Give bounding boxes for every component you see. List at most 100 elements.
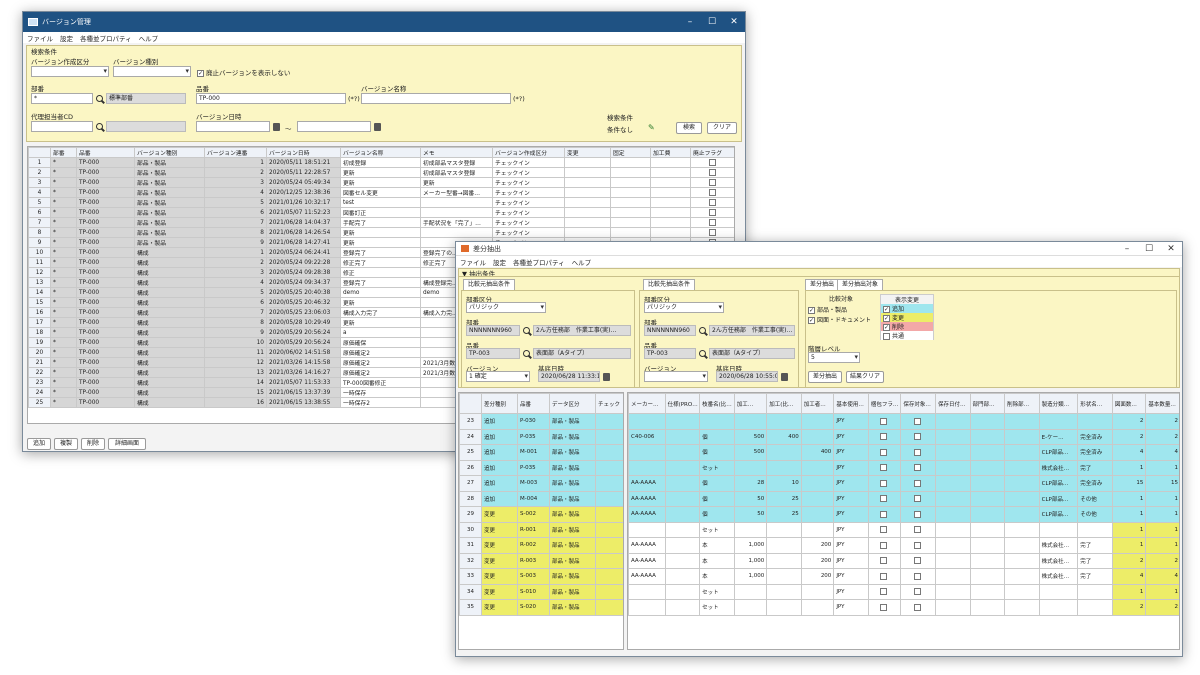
hikaku-item-parts[interactable]: ✓ 部品・製品 [808,305,874,314]
flag-checkbox[interactable] [880,603,888,611]
flag-checkbox[interactable] [913,448,921,456]
menu-help[interactable]: ヘルプ [139,33,159,43]
add-button[interactable]: 追加 [27,438,51,450]
table-row[interactable]: JPY 2 2 [628,413,1179,430]
obsolete-checkbox[interactable] [709,169,716,176]
flag-checkbox[interactable] [913,588,921,596]
checkbox[interactable]: ✓ [883,306,890,313]
flag-checkbox[interactable] [913,464,921,472]
table-row[interactable]: 29 変更 S-002 部品・製品 [459,506,623,523]
table-row[interactable]: 34 変更 S-010 部品・製品 [459,583,623,600]
table-row[interactable]: 28 追加 M-004 部品・製品 [459,490,623,507]
buban-input[interactable]: * [31,93,93,104]
tab-diff-target[interactable]: 差分抽出対象 [837,279,884,290]
diff-extract-button[interactable]: 差分抽出 [808,371,842,383]
table-row[interactable]: 27 追加 M-003 部品・製品 [459,475,623,492]
flag-checkbox[interactable] [880,495,888,503]
level-select[interactable]: 5 [808,352,860,363]
table-row[interactable]: 4 * TP-000 部品・製品 4 2020/12/25 12:38:36 図番セル変更メ… [28,187,734,198]
table-row[interactable]: 35 変更 S-020 部品・製品 [459,599,623,616]
flag-checkbox[interactable] [913,479,921,487]
maximize-icon[interactable]: ☐ [701,17,723,27]
kubun-select[interactable] [31,66,109,77]
flag-checkbox[interactable] [913,541,921,549]
flag-checkbox[interactable] [913,572,921,580]
clear-button[interactable]: クリア [707,122,737,134]
table-row[interactable]: 3 * TP-000 部品・製品 3 2020/05/24 05:49:34 更新 更新 チェッ… [28,177,734,188]
hide-obsolete-checkbox[interactable]: ✓ 廃止バージョンを表示しない [197,67,290,77]
tab-source-cond[interactable]: 比較元抽出条件 [463,279,516,290]
flag-checkbox[interactable] [913,510,921,518]
hyoji-item[interactable]: ✓ 追加 [881,304,933,313]
obsolete-checkbox[interactable] [709,179,716,186]
table-row[interactable]: 25 追加 M-001 部品・製品 [459,444,623,461]
flag-checkbox[interactable] [913,557,921,565]
flag-checkbox[interactable] [880,417,888,425]
cond-header[interactable]: ▼ 抽出条件 [458,268,1180,278]
table-row[interactable]: セット JPY 1 1 [628,583,1179,600]
table-row[interactable]: C40-006 個 500 400 JPY E-ケー… 完全済み 2 2 [628,428,1179,445]
hyoji-item[interactable]: ✓ 削除 [881,322,933,331]
table-row[interactable]: AA-AAAA 本 1,000 200 JPY 株式会社… 完了 2 2 [628,552,1179,569]
tab-diff-extract[interactable]: 差分抽出 [805,279,840,290]
calendar-icon[interactable] [603,373,610,381]
tgt-kubun-select[interactable]: パリジック [644,302,724,313]
clear-result-button[interactable]: 結果クリア [846,371,884,383]
table-row[interactable]: AA-AAAA 本 1,000 200 JPY 株式会社… 完了 4 4 [628,568,1179,585]
search-icon[interactable] [96,123,103,130]
obsolete-checkbox[interactable] [709,159,716,166]
table-row[interactable]: 6 * TP-000 部品・製品 6 2021/05/07 11:52:23 図番訂正 チェッ… [28,207,734,218]
maximize-icon[interactable]: ☐ [1138,244,1160,254]
flag-checkbox[interactable] [913,417,921,425]
table-row[interactable]: 32 変更 R-003 部品・製品 [459,552,623,569]
table-row[interactable]: 24 追加 P-035 部品・製品 [459,428,623,445]
table-row[interactable]: 8 * TP-000 部品・製品 8 2021/06/28 14:26:54 更新 チェックイ… [28,227,734,238]
table-row[interactable]: 30 変更 R-001 部品・製品 [459,521,623,538]
menu-help[interactable]: ヘルプ [572,257,592,267]
calendar-icon[interactable] [781,373,788,381]
flag-checkbox[interactable] [880,433,888,441]
flag-checkbox[interactable] [880,572,888,580]
search-icon[interactable] [523,327,530,334]
flag-checkbox[interactable] [913,603,921,611]
hikaku-item-drawings[interactable]: ✓ 図面・ドキュメント [808,315,874,324]
checkbox[interactable] [883,333,890,340]
menu-properties[interactable]: 各種並プロパティ [80,33,132,43]
menu-settings[interactable]: 設定 [493,257,506,267]
flag-checkbox[interactable] [880,464,888,472]
table-row[interactable]: AA-AAAA 本 1,000 200 JPY 株式会社… 完了 1 1 [628,537,1179,554]
flag-checkbox[interactable] [880,557,888,565]
search-icon[interactable] [96,95,103,102]
src-kubun-select[interactable]: パリジック [466,302,546,313]
shubetsu-select[interactable] [113,66,191,77]
flag-checkbox[interactable] [880,588,888,596]
tgt-ver-select[interactable] [644,371,708,382]
menu-properties[interactable]: 各種並プロパティ [513,257,565,267]
menu-file[interactable]: ファイル [27,33,53,43]
flag-checkbox[interactable] [880,448,888,456]
table-row[interactable]: セット JPY 株式会社… 完了 1 1 [628,459,1179,476]
table-row[interactable]: AA-AAAA 個 28 10 JPY CLP部品… 完全済み 15 15 [628,475,1179,492]
obsolete-checkbox[interactable] [709,219,716,226]
src-ver-select[interactable]: 1 確定 [466,371,530,382]
obsolete-checkbox[interactable] [709,189,716,196]
search-icon[interactable] [699,350,706,357]
flag-checkbox[interactable] [913,495,921,503]
kensaku-value[interactable]: 条件なし [607,124,633,134]
obsolete-checkbox[interactable] [709,229,716,236]
obsolete-checkbox[interactable] [709,209,716,216]
condition-edit-icon[interactable]: ✎ [648,123,655,132]
hyoji-item[interactable]: 共通 [881,331,933,340]
flag-checkbox[interactable] [913,526,921,534]
table-row[interactable]: AA-AAAA 個 50 25 JPY CLP部品… その他 1 1 [628,490,1179,507]
menu-file[interactable]: ファイル [460,257,486,267]
flag-checkbox[interactable] [880,510,888,518]
minimize-icon[interactable]: – [1116,244,1138,254]
obsolete-checkbox[interactable] [709,199,716,206]
hinban-input[interactable]: TP-000 [196,93,346,104]
table-row[interactable]: 31 変更 R-002 部品・製品 [459,537,623,554]
vdate-from-input[interactable] [196,121,270,132]
flag-checkbox[interactable] [880,479,888,487]
vname-input[interactable] [361,93,511,104]
minimize-icon[interactable]: – [679,17,701,27]
